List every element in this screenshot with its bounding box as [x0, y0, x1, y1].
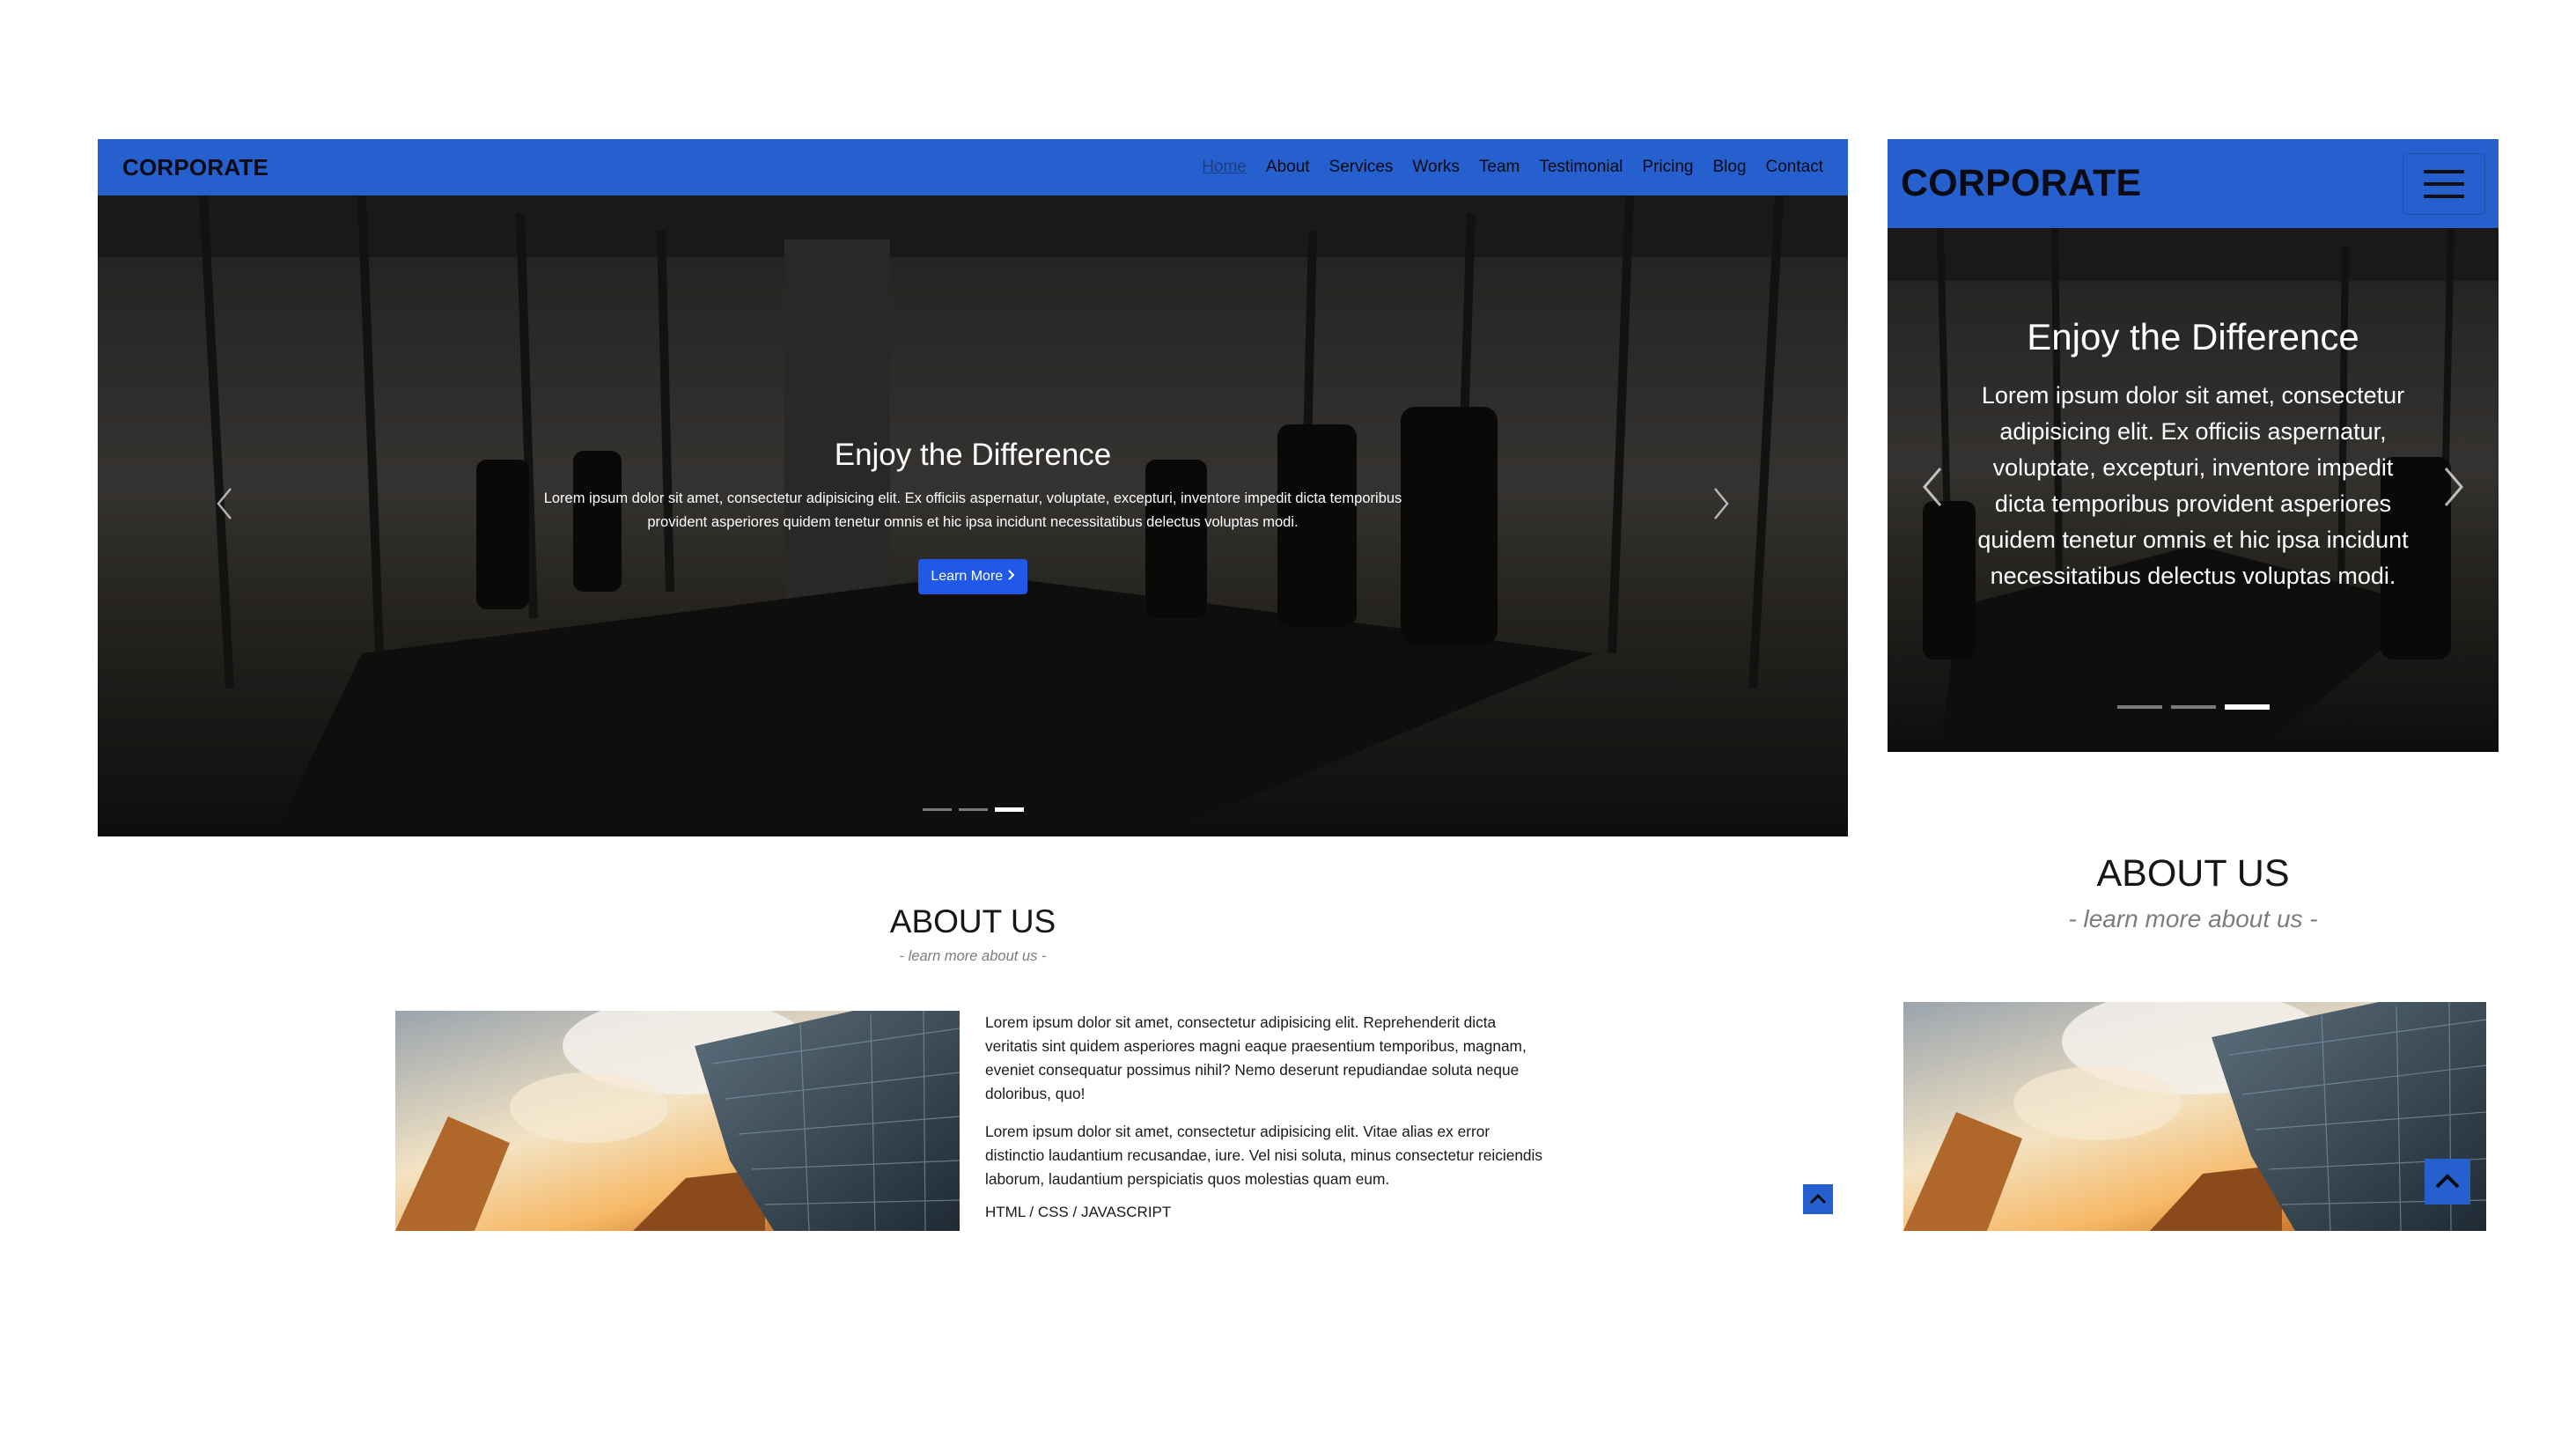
- carousel-indicator-3[interactable]: [2224, 704, 2270, 710]
- nav-item-home[interactable]: Home: [1202, 158, 1247, 177]
- hero-text: Lorem ipsum dolor sit amet, consectetur …: [1977, 382, 2409, 589]
- brand-logo[interactable]: CORPORATE: [1901, 162, 2141, 205]
- hero-caption: Enjoy the Difference Lorem ipsum dolor s…: [98, 438, 1848, 594]
- carousel-indicator-2[interactable]: [958, 808, 988, 811]
- learn-more-label: Learn More: [931, 569, 1004, 584]
- hero-caption: Enjoy the Difference Lorem ipsum dolor s…: [1888, 316, 2499, 594]
- brand-logo[interactable]: CORPORATE: [122, 154, 269, 181]
- carousel-indicator-3[interactable]: [994, 807, 1024, 812]
- hero-text: Lorem ipsum dolor sit amet, consectetur …: [543, 490, 1402, 530]
- about-tech-list: HTML / CSS / JAVASCRIPT: [985, 1204, 1172, 1220]
- mobile-preview: CORPORATE Enjoy the Difference Lorem ips…: [1888, 139, 2499, 1231]
- chevron-up-icon: [2435, 1174, 2460, 1189]
- nav-item-pricing[interactable]: Pricing: [1642, 158, 1693, 177]
- hero-title: Enjoy the Difference: [2027, 316, 2359, 357]
- carousel-indicator-1[interactable]: [922, 808, 952, 811]
- carousel-indicator-2[interactable]: [2170, 705, 2216, 709]
- nav-item-team[interactable]: Team: [1479, 158, 1520, 177]
- back-to-top-button[interactable]: [2425, 1159, 2470, 1205]
- carousel-indicators: [1888, 704, 2499, 710]
- hamburger-icon: [2424, 169, 2464, 173]
- about-subtitle: - learn more about us -: [899, 948, 1047, 964]
- nav-item-contact[interactable]: Contact: [1766, 158, 1823, 177]
- about-paragraph-1: Lorem ipsum dolor sit amet, consectetur …: [985, 1013, 1527, 1102]
- hamburger-icon-bar: [2424, 181, 2464, 186]
- back-to-top-button[interactable]: [1803, 1184, 1833, 1214]
- about-title: ABOUT US: [2096, 852, 2290, 895]
- about-paragraph-2: Lorem ipsum dolor sit amet, consectetur …: [985, 1123, 1543, 1188]
- mobile-navbar: CORPORATE: [1888, 139, 2499, 228]
- carousel-indicator-1[interactable]: [2116, 705, 2162, 709]
- nav-item-works[interactable]: Works: [1412, 158, 1459, 177]
- navbar: CORPORATE Home About Services Works Team…: [98, 139, 1848, 195]
- chevron-right-icon: [1007, 570, 1015, 580]
- about-title: ABOUT US: [889, 903, 1056, 939]
- about-image: [395, 1011, 960, 1231]
- nav-item-blog[interactable]: Blog: [1712, 158, 1746, 177]
- chevron-up-icon: [1809, 1193, 1827, 1205]
- about-text: Lorem ipsum dolor sit amet, consectetur …: [985, 1011, 1549, 1221]
- hero-carousel: Enjoy the Difference Lorem ipsum dolor s…: [98, 195, 1848, 836]
- nav-item-about[interactable]: About: [1266, 158, 1310, 177]
- hamburger-icon-bar: [2424, 194, 2464, 198]
- carousel-indicators: [98, 807, 1848, 812]
- nav-menu: Home About Services Works Team Testimoni…: [1182, 158, 1823, 177]
- about-image: [1903, 1002, 2486, 1231]
- about-subtitle: - learn more about us -: [2068, 905, 2318, 932]
- hero-title: Enjoy the Difference: [834, 438, 1112, 472]
- learn-more-button[interactable]: Learn More: [918, 559, 1027, 594]
- nav-item-testimonial[interactable]: Testimonial: [1539, 158, 1623, 177]
- menu-toggle-button[interactable]: [2403, 152, 2485, 215]
- nav-item-services[interactable]: Services: [1329, 158, 1394, 177]
- desktop-preview: CORPORATE Home About Services Works Team…: [98, 139, 1848, 1231]
- hero-carousel: Enjoy the Difference Lorem ipsum dolor s…: [1888, 228, 2499, 752]
